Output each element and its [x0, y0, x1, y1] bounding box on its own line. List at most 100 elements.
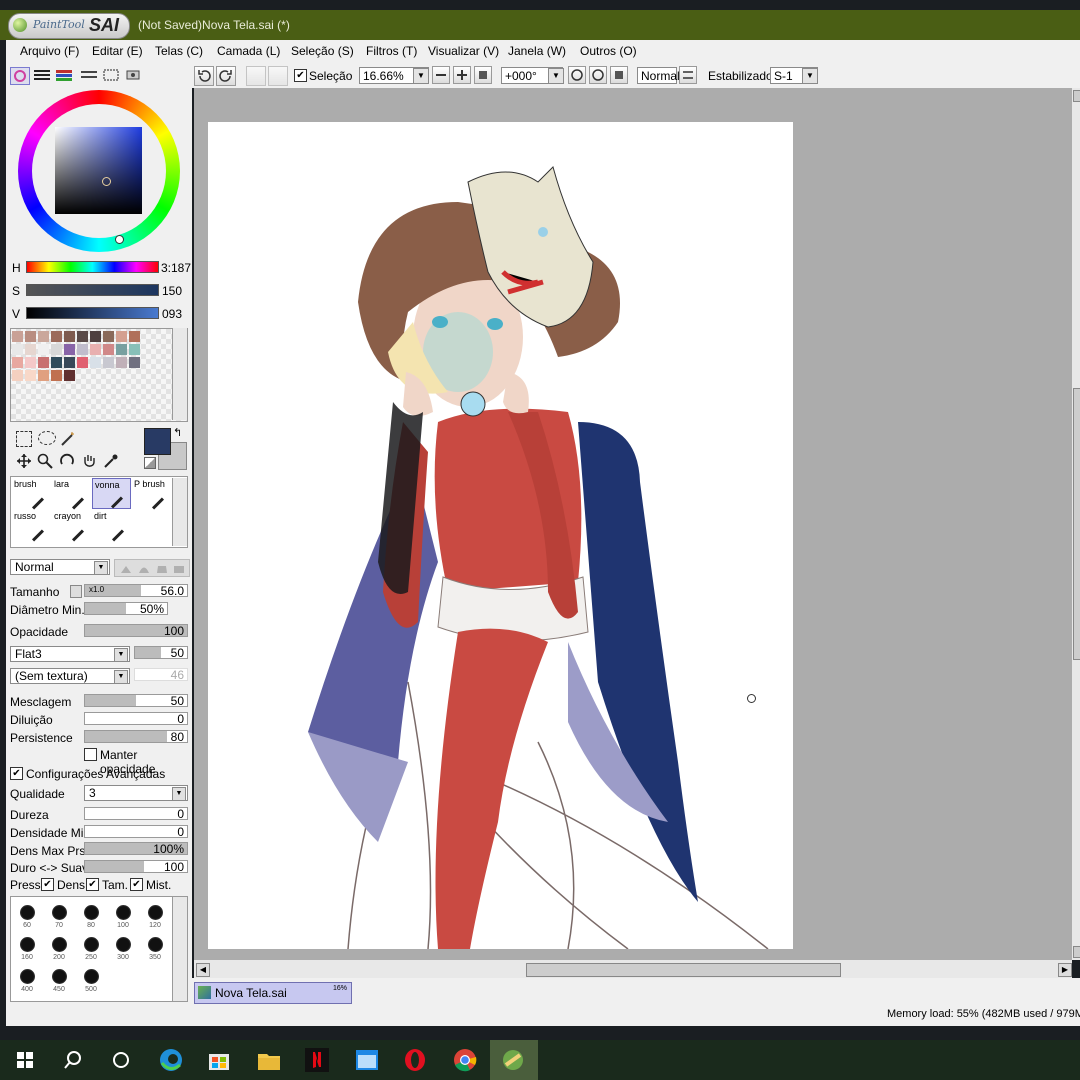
file-explorer-icon[interactable] [254, 1045, 284, 1075]
menu-selecao[interactable]: Seleção (S) [291, 44, 354, 58]
document-tab[interactable]: Nova Tela.sai 16% [194, 982, 352, 1004]
brush-size-scrollbar[interactable] [172, 896, 188, 1002]
color-swatch[interactable] [12, 357, 23, 368]
brush-slot-vonna[interactable]: vonna [92, 478, 131, 509]
sv-cursor[interactable] [102, 177, 111, 186]
task-view-icon[interactable] [106, 1045, 136, 1075]
color-swatch[interactable] [38, 370, 49, 381]
dilution-slider[interactable]: 0 [84, 712, 188, 726]
color-swatch[interactable] [64, 344, 75, 355]
scroll-right-icon[interactable]: ▶ [1058, 963, 1072, 977]
shape-strength-slider[interactable]: 50 [134, 646, 188, 660]
brush-size-preset[interactable]: 100 [108, 900, 138, 930]
blend-mode-field[interactable]: Normal [637, 67, 680, 84]
brush-size-preset[interactable]: 80 [76, 900, 106, 930]
swatches-tab-icon[interactable] [103, 68, 119, 82]
color-swatch[interactable] [12, 344, 23, 355]
magic-wand-icon[interactable] [60, 431, 76, 447]
swatch-scrollbar[interactable] [172, 328, 187, 420]
menu-filtros[interactable]: Filtros (T) [366, 44, 417, 58]
brush-slot-crayon[interactable]: crayon [52, 510, 91, 542]
scroll-left-icon[interactable]: ◀ [196, 963, 210, 977]
pressure-size-checkbox[interactable]: ✔ [86, 878, 99, 891]
color-swatch[interactable] [51, 344, 62, 355]
hardness-slider[interactable]: 0 [84, 807, 188, 821]
rotate-reset-icon[interactable] [610, 66, 628, 84]
menu-telas[interactable]: Telas (C) [155, 44, 203, 58]
color-swatch[interactable] [64, 357, 75, 368]
min-density-slider[interactable]: 0 [84, 825, 188, 839]
brush-size-preset[interactable]: 70 [44, 900, 74, 930]
chevron-down-icon[interactable]: ▼ [548, 68, 564, 84]
color-swatch[interactable] [25, 370, 36, 381]
color-swatch[interactable] [25, 331, 36, 342]
menu-editar[interactable]: Editar (E) [92, 44, 143, 58]
menu-outros[interactable]: Outros (O) [580, 44, 637, 58]
color-swatch[interactable] [51, 370, 62, 381]
rect-select-icon[interactable] [16, 431, 32, 447]
color-swatch[interactable] [90, 357, 101, 368]
brush-shape-presets[interactable] [114, 559, 190, 577]
chevron-down-icon[interactable]: ▼ [802, 68, 818, 84]
zoom-out-icon[interactable] [432, 66, 450, 84]
invert-selection-icon[interactable] [268, 66, 288, 86]
store-icon[interactable] [204, 1045, 234, 1075]
search-icon[interactable] [58, 1045, 88, 1075]
persistence-slider[interactable]: 80 [84, 730, 188, 744]
color-swatch[interactable] [77, 357, 88, 368]
eyedropper-icon[interactable] [103, 453, 119, 469]
zoom-reset-icon[interactable] [474, 66, 492, 84]
rotate-right-icon[interactable] [589, 66, 607, 84]
hsv-sliders-tab-icon[interactable] [56, 68, 72, 82]
v-slider[interactable] [26, 307, 159, 319]
zoom-in-icon[interactable] [453, 66, 471, 84]
color-swatch[interactable] [38, 357, 49, 368]
horizontal-scroll-thumb[interactable] [526, 963, 841, 977]
rgb-sliders-tab-icon[interactable] [34, 68, 50, 82]
pressure-mix-checkbox[interactable]: ✔ [130, 878, 143, 891]
selection-checkbox[interactable]: ✔ [294, 69, 307, 82]
pressure-density-checkbox[interactable]: ✔ [41, 878, 54, 891]
brush-size-preset[interactable]: 500 [76, 964, 106, 994]
calendar-icon[interactable] [352, 1045, 382, 1075]
color-swatch[interactable] [129, 344, 140, 355]
flip-icon[interactable] [679, 66, 697, 84]
color-swatch[interactable] [103, 331, 114, 342]
sv-square[interactable] [55, 127, 142, 214]
menu-janela[interactable]: Janela (W) [508, 44, 566, 58]
windows-start-icon[interactable] [10, 1045, 40, 1075]
brush-size-preset[interactable]: 200 [44, 932, 74, 962]
menu-arquivo[interactable]: Arquivo (F) [20, 44, 79, 58]
move-icon[interactable] [16, 453, 32, 469]
brush-shape-select[interactable]: Flat3 ▼ [10, 646, 130, 662]
scroll-up-icon[interactable] [1073, 90, 1080, 102]
brush-slot-p-brush[interactable]: P brush [132, 478, 171, 510]
brush-slot-brush[interactable]: brush [12, 478, 51, 510]
color-swatch[interactable] [116, 331, 127, 342]
brush-slot-russo[interactable]: russo [12, 510, 51, 542]
color-wheel-tab-icon[interactable] [10, 67, 30, 85]
transparent-color-icon[interactable] [144, 457, 156, 469]
color-swatch[interactable] [38, 331, 49, 342]
lasso-icon[interactable] [38, 431, 56, 445]
chevron-down-icon[interactable]: ▼ [413, 68, 429, 84]
texture-select[interactable]: (Sem textura) ▼ [10, 668, 130, 684]
color-swatch[interactable] [64, 331, 75, 342]
rotate-left-icon[interactable] [568, 66, 586, 84]
color-swatch[interactable] [90, 344, 101, 355]
scratchpad-tab-icon[interactable] [125, 68, 141, 82]
color-swatch[interactable] [116, 357, 127, 368]
color-swatch[interactable] [25, 344, 36, 355]
color-swatch[interactable] [51, 331, 62, 342]
brush-slot-dirt[interactable]: dirt [92, 510, 131, 542]
opera-icon[interactable] [400, 1045, 430, 1075]
h-slider[interactable] [26, 261, 159, 273]
color-swatch[interactable] [12, 370, 23, 381]
size-slider[interactable]: x1.0 56.0 [84, 584, 188, 598]
netflix-icon[interactable] [302, 1045, 332, 1075]
quality-select[interactable]: 3 ▼ [84, 785, 188, 801]
color-swatch[interactable] [129, 331, 140, 342]
s-slider[interactable] [26, 284, 159, 296]
color-swatch[interactable] [90, 331, 101, 342]
brush-size-preset[interactable]: 450 [44, 964, 74, 994]
